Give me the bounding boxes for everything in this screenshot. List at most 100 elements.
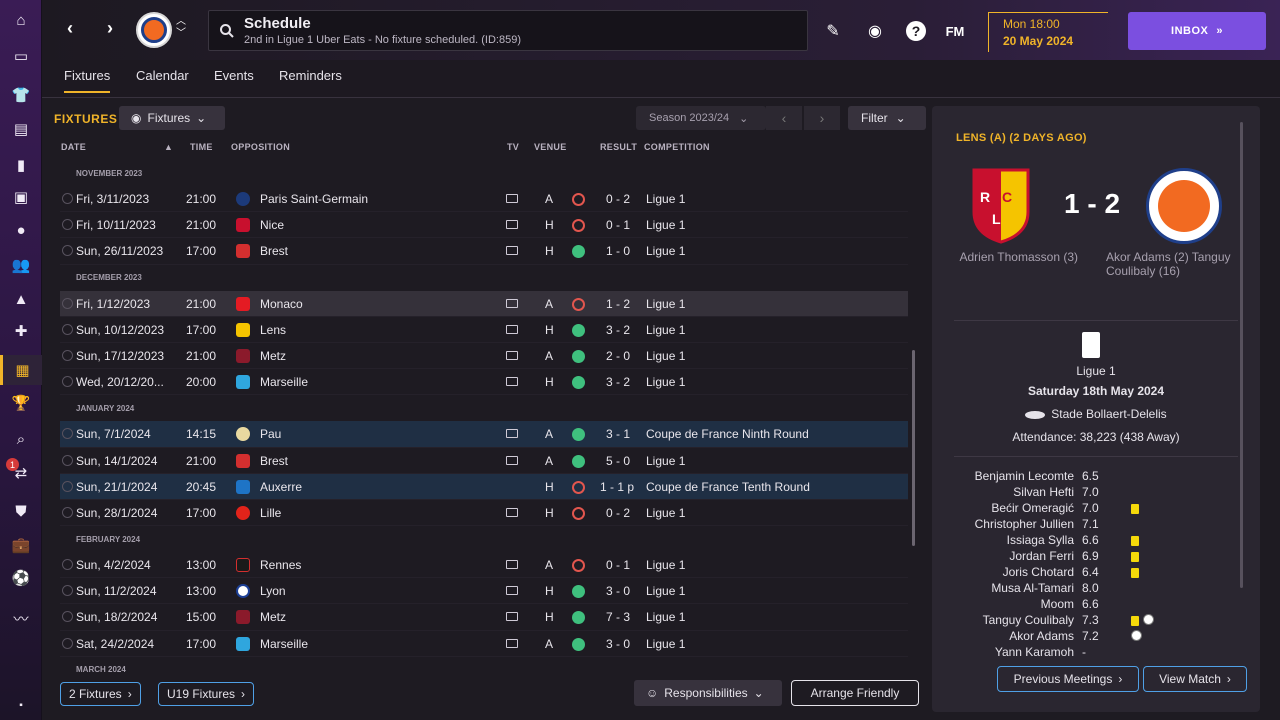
forward-arrow-icon[interactable]: › <box>100 18 120 42</box>
player-rating-row[interactable]: Yann Karamoh - <box>932 645 1260 661</box>
fixture-opposition[interactable]: Nice <box>260 218 284 232</box>
fixture-opposition[interactable]: Paris Saint-Germain <box>260 192 368 206</box>
fixture-result[interactable]: 1 - 0 <box>606 244 630 258</box>
fixture-row[interactable]: Wed, 20/12/20... 20:00 Marseille H 3 - 2… <box>60 369 908 396</box>
training-icon[interactable]: ▲ <box>0 284 42 314</box>
fixture-competition[interactable]: Ligue 1 <box>646 610 685 624</box>
fixture-row[interactable]: Sun, 28/1/2024 17:00 Lille H 0 - 2 Ligue… <box>60 500 908 527</box>
player-rating-row[interactable]: Jordan Ferri 6.9 <box>932 549 1260 565</box>
inbox-icon[interactable]: ▭ <box>0 41 42 71</box>
fixture-result[interactable]: 7 - 3 <box>606 610 630 624</box>
fixture-opposition[interactable]: Metz <box>260 610 286 624</box>
fixture-result[interactable]: 0 - 1 <box>606 218 630 232</box>
fixture-row[interactable]: Sun, 26/11/2023 17:00 Brest H 1 - 0 Ligu… <box>60 238 908 265</box>
fixture-competition[interactable]: Ligue 1 <box>646 244 685 258</box>
tab-calendar[interactable]: Calendar <box>136 68 189 91</box>
fixture-row[interactable]: Sun, 14/1/2024 21:00 Brest A 5 - 0 Ligue… <box>60 448 908 474</box>
tab-fixtures[interactable]: Fixtures <box>64 68 111 93</box>
player-rating-row[interactable]: Issiaga Sylla 6.6 <box>932 533 1260 549</box>
player-rating-row[interactable]: Benjamin Lecomte 6.5 <box>932 469 1260 485</box>
medical-centre-icon[interactable]: ✚ <box>0 316 42 346</box>
col-time[interactable]: TIME <box>190 142 213 152</box>
dynamics-icon[interactable]: ▣ <box>0 182 42 212</box>
fixture-competition[interactable]: Ligue 1 <box>646 558 685 572</box>
edit-icon[interactable]: ✎ <box>822 20 844 42</box>
fixture-competition[interactable]: Ligue 1 <box>646 506 685 520</box>
report-icon[interactable]: 〰 <box>0 603 42 633</box>
fixture-opposition[interactable]: Brest <box>260 244 288 258</box>
player-rating-row[interactable]: Moom 6.6 <box>932 597 1260 613</box>
scouting-icon[interactable]: ⌕ <box>0 424 42 454</box>
fixture-opposition[interactable]: Lyon <box>260 584 286 598</box>
fixture-competition[interactable]: Ligue 1 <box>646 584 685 598</box>
fixture-opposition[interactable]: Pau <box>260 427 281 441</box>
dev-centre-icon[interactable]: ⚽ <box>0 563 42 593</box>
fixture-result[interactable]: 5 - 0 <box>606 454 630 468</box>
col-venue[interactable]: VENUE <box>534 142 567 152</box>
fixture-result[interactable]: 0 - 1 <box>606 558 630 572</box>
fixture-result[interactable]: 1 - 2 <box>606 297 630 311</box>
two-fixtures-button[interactable]: 2 Fixtures › <box>60 682 141 706</box>
club-switch-icon[interactable]: ︿ ﹀ <box>176 16 186 40</box>
fixture-row[interactable]: Sun, 7/1/2024 14:15 Pau A 3 - 1 Coupe de… <box>60 421 908 448</box>
col-tv[interactable]: TV <box>507 142 519 152</box>
fixture-opposition[interactable]: Marseille <box>260 637 308 651</box>
fixture-opposition[interactable]: Lille <box>260 506 281 520</box>
fixture-competition[interactable]: Ligue 1 <box>646 349 685 363</box>
fixture-opposition[interactable]: Auxerre <box>260 480 302 494</box>
fixture-competition[interactable]: Coupe de France Tenth Round <box>646 480 810 494</box>
fixture-competition[interactable]: Ligue 1 <box>646 323 685 337</box>
fixture-competition[interactable]: Ligue 1 <box>646 454 685 468</box>
season-prev-button[interactable]: ‹ <box>766 106 802 130</box>
fixture-row[interactable]: Sun, 4/2/2024 13:00 Rennes A 0 - 1 Ligue… <box>60 552 908 579</box>
inbox-button[interactable]: INBOX » <box>1128 12 1266 50</box>
fixture-opposition[interactable]: Marseille <box>260 375 308 389</box>
fixture-row[interactable]: Fri, 1/12/2023 21:00 Monaco A 1 - 2 Ligu… <box>60 290 908 317</box>
competitions-icon[interactable]: 🏆 <box>0 388 42 418</box>
back-arrow-icon[interactable]: ‹ <box>60 18 80 42</box>
fixture-row[interactable]: Sun, 10/12/2023 17:00 Lens H 3 - 2 Ligue… <box>60 317 908 343</box>
player-rating-row[interactable]: Joris Chotard 6.4 <box>932 565 1260 581</box>
fixtures-scrollbar[interactable] <box>912 350 915 546</box>
col-date[interactable]: DATE <box>61 142 86 152</box>
view-match-button[interactable]: View Match › <box>1143 666 1247 692</box>
fixture-competition[interactable]: Ligue 1 <box>646 375 685 389</box>
col-competition[interactable]: COMPETITION <box>644 142 710 152</box>
player-rating-row[interactable]: Akor Adams 7.2 <box>932 629 1260 645</box>
medical-icon[interactable]: ● <box>0 215 42 245</box>
fixture-row[interactable]: Fri, 3/11/2023 21:00 Paris Saint-Germain… <box>60 186 908 213</box>
arrange-friendly-button[interactable]: Arrange Friendly <box>791 680 919 706</box>
col-opposition[interactable]: OPPOSITION <box>231 142 290 152</box>
player-rating-row[interactable]: Tanguy Coulibaly 7.3 <box>932 613 1260 629</box>
help-icon[interactable]: ? <box>906 21 926 41</box>
player-rating-row[interactable]: Christopher Jullien 7.1 <box>932 517 1260 533</box>
fixture-result[interactable]: 3 - 0 <box>606 637 630 651</box>
fixture-result[interactable]: 0 - 2 <box>606 506 630 520</box>
fixture-opposition[interactable]: Metz <box>260 349 286 363</box>
fixture-result[interactable]: 3 - 1 <box>606 427 630 441</box>
finances-icon[interactable]: 💼 <box>0 530 42 560</box>
staff-icon[interactable]: 👥 <box>0 250 42 280</box>
fixture-row[interactable]: Sun, 11/2/2024 13:00 Lyon H 3 - 0 Ligue … <box>60 578 908 605</box>
assistant-icon[interactable]: ◉ <box>864 20 886 42</box>
fm-menu-icon[interactable]: FM <box>944 20 966 42</box>
fixture-row[interactable]: Sun, 21/1/2024 20:45 Auxerre H 1 - 1 p C… <box>60 473 908 500</box>
fixture-row[interactable]: Sun, 17/12/2023 21:00 Metz A 2 - 0 Ligue… <box>60 343 908 370</box>
data-hub-icon[interactable]: ▮ <box>0 150 42 180</box>
fixture-row[interactable]: Sun, 18/2/2024 15:00 Metz H 7 - 3 Ligue … <box>60 604 908 631</box>
fixture-competition[interactable]: Ligue 1 <box>646 218 685 232</box>
player-rating-row[interactable]: Bećir Omeragić 7.0 <box>932 501 1260 517</box>
tactics-icon[interactable]: ▤ <box>0 114 42 144</box>
fixture-result[interactable]: 3 - 2 <box>606 323 630 337</box>
fixture-result[interactable]: 0 - 2 <box>606 192 630 206</box>
season-next-button[interactable]: › <box>804 106 840 130</box>
match-panel-scrollbar[interactable] <box>1240 122 1243 588</box>
fixture-competition[interactable]: Ligue 1 <box>646 637 685 651</box>
tab-events[interactable]: Events <box>214 68 254 91</box>
home-icon[interactable]: ⌂ <box>0 5 42 35</box>
fixture-result[interactable]: 2 - 0 <box>606 349 630 363</box>
fixture-opposition[interactable]: Rennes <box>260 558 301 572</box>
fixture-competition[interactable]: Ligue 1 <box>646 297 685 311</box>
match-title[interactable]: LENS (A) (2 DAYS AGO) <box>956 132 1087 144</box>
fixture-row[interactable]: Fri, 10/11/2023 21:00 Nice H 0 - 1 Ligue… <box>60 212 908 239</box>
